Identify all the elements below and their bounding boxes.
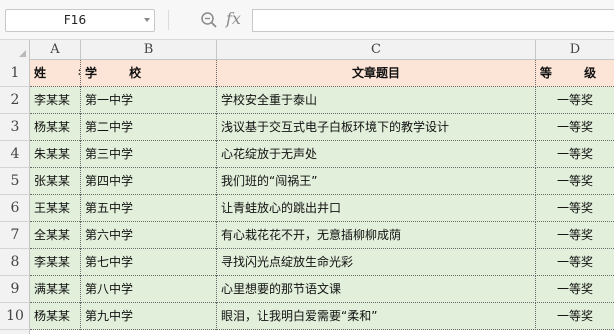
cell-grade[interactable]: 一等奖 (536, 249, 614, 276)
row-header[interactable]: 5 (0, 168, 30, 195)
cell-grade[interactable]: 一等奖 (536, 195, 614, 222)
cell-title[interactable]: 有心栽花花不开，无意插柳柳成荫 (217, 222, 536, 249)
cell-title[interactable]: 浅议基于交互式电子白板环境下的教学设计 (217, 114, 536, 141)
formula-input[interactable] (252, 9, 614, 32)
row-header[interactable]: 4 (0, 141, 30, 168)
cell-school[interactable]: 第一中学 (81, 87, 217, 114)
header-cell-title[interactable]: 文章题目 (217, 60, 536, 87)
spreadsheet-grid: A B C D 1 2 3 4 5 6 7 8 9 10 姓 名 学 校 文章题… (0, 40, 614, 334)
cell-school[interactable]: 第三中学 (81, 141, 217, 168)
select-all-button[interactable] (0, 40, 30, 60)
row-header[interactable]: 10 (0, 303, 30, 330)
header-cell-name[interactable]: 姓 名 (30, 60, 81, 87)
cell-name[interactable]: 朱某某 (30, 141, 81, 168)
formula-bar-divider (168, 10, 169, 30)
table-row: 杨某某 第二中学 浅议基于交互式电子白板环境下的教学设计 一等奖 (30, 114, 614, 141)
cell-name[interactable]: 李某某 (30, 87, 81, 114)
chevron-down-icon[interactable] (144, 18, 150, 22)
formula-bar: F16 fx (0, 0, 614, 40)
cell-title[interactable]: 让青蛙放心的跳出井口 (217, 195, 536, 222)
cell-name[interactable]: 杨某某 (30, 303, 81, 330)
table-row: 李某某 第一中学 学校安全重于泰山 一等奖 (30, 87, 614, 114)
row-headers: 1 2 3 4 5 6 7 8 9 10 (0, 60, 30, 334)
cell-school[interactable]: 第七中学 (81, 249, 217, 276)
table-header-row: 姓 名 学 校 文章题目 等 级 (30, 60, 614, 87)
select-all-icon (19, 50, 26, 57)
cell-school[interactable]: 第二中学 (81, 114, 217, 141)
cell-grade[interactable]: 一等奖 (536, 87, 614, 114)
column-header-d[interactable]: D (536, 40, 614, 60)
table-row: 王某某 第五中学 让青蛙放心的跳出井口 一等奖 (30, 195, 614, 222)
header-cell-school[interactable]: 学 校 (81, 60, 217, 87)
row-header[interactable]: 2 (0, 87, 30, 114)
table-row: 李某某 第七中学 寻找闪光点绽放生命光彩 一等奖 (30, 249, 614, 276)
cell-grade[interactable]: 一等奖 (536, 114, 614, 141)
table-row: 张某某 第四中学 我们班的“闯祸王” 一等奖 (30, 168, 614, 195)
row-header[interactable]: 1 (0, 60, 30, 87)
column-header-a[interactable]: A (30, 40, 81, 60)
cell-grade[interactable]: 一等奖 (536, 168, 614, 195)
name-box-value: F16 (63, 13, 87, 27)
table-row: 朱某某 第三中学 心花绽放于无声处 一等奖 (30, 141, 614, 168)
cell-title[interactable]: 眼泪，让我明白爱需要“柔和” (217, 303, 536, 330)
cell-school[interactable]: 第六中学 (81, 222, 217, 249)
magnifier-icon[interactable] (200, 11, 218, 29)
column-headers: A B C D (0, 40, 614, 60)
cell-grade[interactable]: 一等奖 (536, 222, 614, 249)
cell-grade[interactable]: 一等奖 (536, 276, 614, 303)
cell-name[interactable]: 全某某 (30, 222, 81, 249)
row-header[interactable]: 9 (0, 276, 30, 303)
cell-name[interactable]: 满某某 (30, 276, 81, 303)
table-row: 全某某 第六中学 有心栽花花不开，无意插柳柳成荫 一等奖 (30, 222, 614, 249)
cell-name[interactable]: 李某某 (30, 249, 81, 276)
cell-school[interactable]: 第九中学 (81, 303, 217, 330)
cell-name[interactable]: 张某某 (30, 168, 81, 195)
cell-title[interactable]: 心里想要的那节语文课 (217, 276, 536, 303)
row-header[interactable]: 6 (0, 195, 30, 222)
cell-name[interactable]: 王某某 (30, 195, 81, 222)
cell-name[interactable]: 杨某某 (30, 114, 81, 141)
cell-school[interactable]: 第四中学 (81, 168, 217, 195)
name-box[interactable]: F16 (5, 9, 155, 32)
row-header[interactable]: 7 (0, 222, 30, 249)
header-cell-grade[interactable]: 等 级 (536, 60, 614, 87)
cell-title[interactable]: 我们班的“闯祸王” (217, 168, 536, 195)
cell-area: 姓 名 学 校 文章题目 等 级 李某某 第一中学 学校安全重于泰山 一等奖 杨… (30, 60, 614, 334)
table-row: 杨某某 第九中学 眼泪，让我明白爱需要“柔和” 一等奖 (30, 303, 614, 330)
column-header-c[interactable]: C (217, 40, 536, 60)
row-header[interactable]: 3 (0, 114, 30, 141)
table-row: 满某某 第八中学 心里想要的那节语文课 一等奖 (30, 276, 614, 303)
cell-title[interactable]: 心花绽放于无声处 (217, 141, 536, 168)
cell-grade[interactable]: 一等奖 (536, 303, 614, 330)
fx-icon[interactable]: fx (226, 8, 246, 30)
column-header-b[interactable]: B (81, 40, 217, 60)
cell-grade[interactable]: 一等奖 (536, 141, 614, 168)
cell-title[interactable]: 寻找闪光点绽放生命光彩 (217, 249, 536, 276)
row-header[interactable]: 8 (0, 249, 30, 276)
cell-title[interactable]: 学校安全重于泰山 (217, 87, 536, 114)
cell-school[interactable]: 第五中学 (81, 195, 217, 222)
cell-school[interactable]: 第八中学 (81, 276, 217, 303)
